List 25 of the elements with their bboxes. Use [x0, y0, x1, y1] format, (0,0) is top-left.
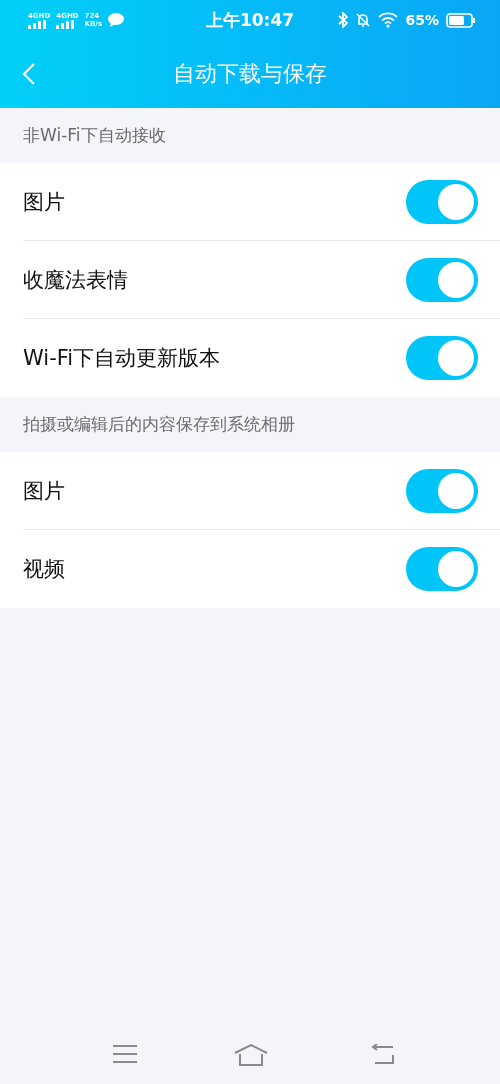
section-title: 拍摄或编辑后的内容保存到系统相册 [22, 413, 296, 436]
toggle-switch[interactable] [406, 336, 478, 380]
page-title: 自动下载与保存 [173, 60, 327, 88]
setting-label: Wi-Fi下自动更新版本 [23, 345, 221, 372]
setting-label: 图片 [23, 477, 65, 505]
setting-label: 图片 [23, 188, 65, 216]
toggle-switch[interactable] [406, 547, 478, 591]
back-icon[interactable] [369, 1044, 395, 1066]
muted-bell-icon [355, 12, 372, 28]
setting-label: 收魔法表情 [23, 266, 128, 294]
bluetooth-icon [338, 12, 349, 28]
chat-bubble-icon [108, 13, 125, 27]
toggle-switch[interactable] [406, 179, 478, 224]
battery-icon [446, 12, 476, 28]
signal-icon [56, 19, 77, 29]
signal-icon [28, 19, 48, 29]
wifi-icon [378, 12, 399, 28]
setting-label: 视频 [23, 556, 65, 583]
toggle-switch[interactable] [406, 468, 478, 513]
home-icon[interactable] [234, 1044, 268, 1066]
section-title: 非Wi-Fi下自动接收 [22, 124, 167, 147]
battery-percent: 65% [405, 12, 439, 28]
clock-time: 上午10:47 [205, 8, 295, 32]
menu-icon[interactable] [113, 1045, 137, 1063]
toggle-switch[interactable] [406, 257, 478, 302]
